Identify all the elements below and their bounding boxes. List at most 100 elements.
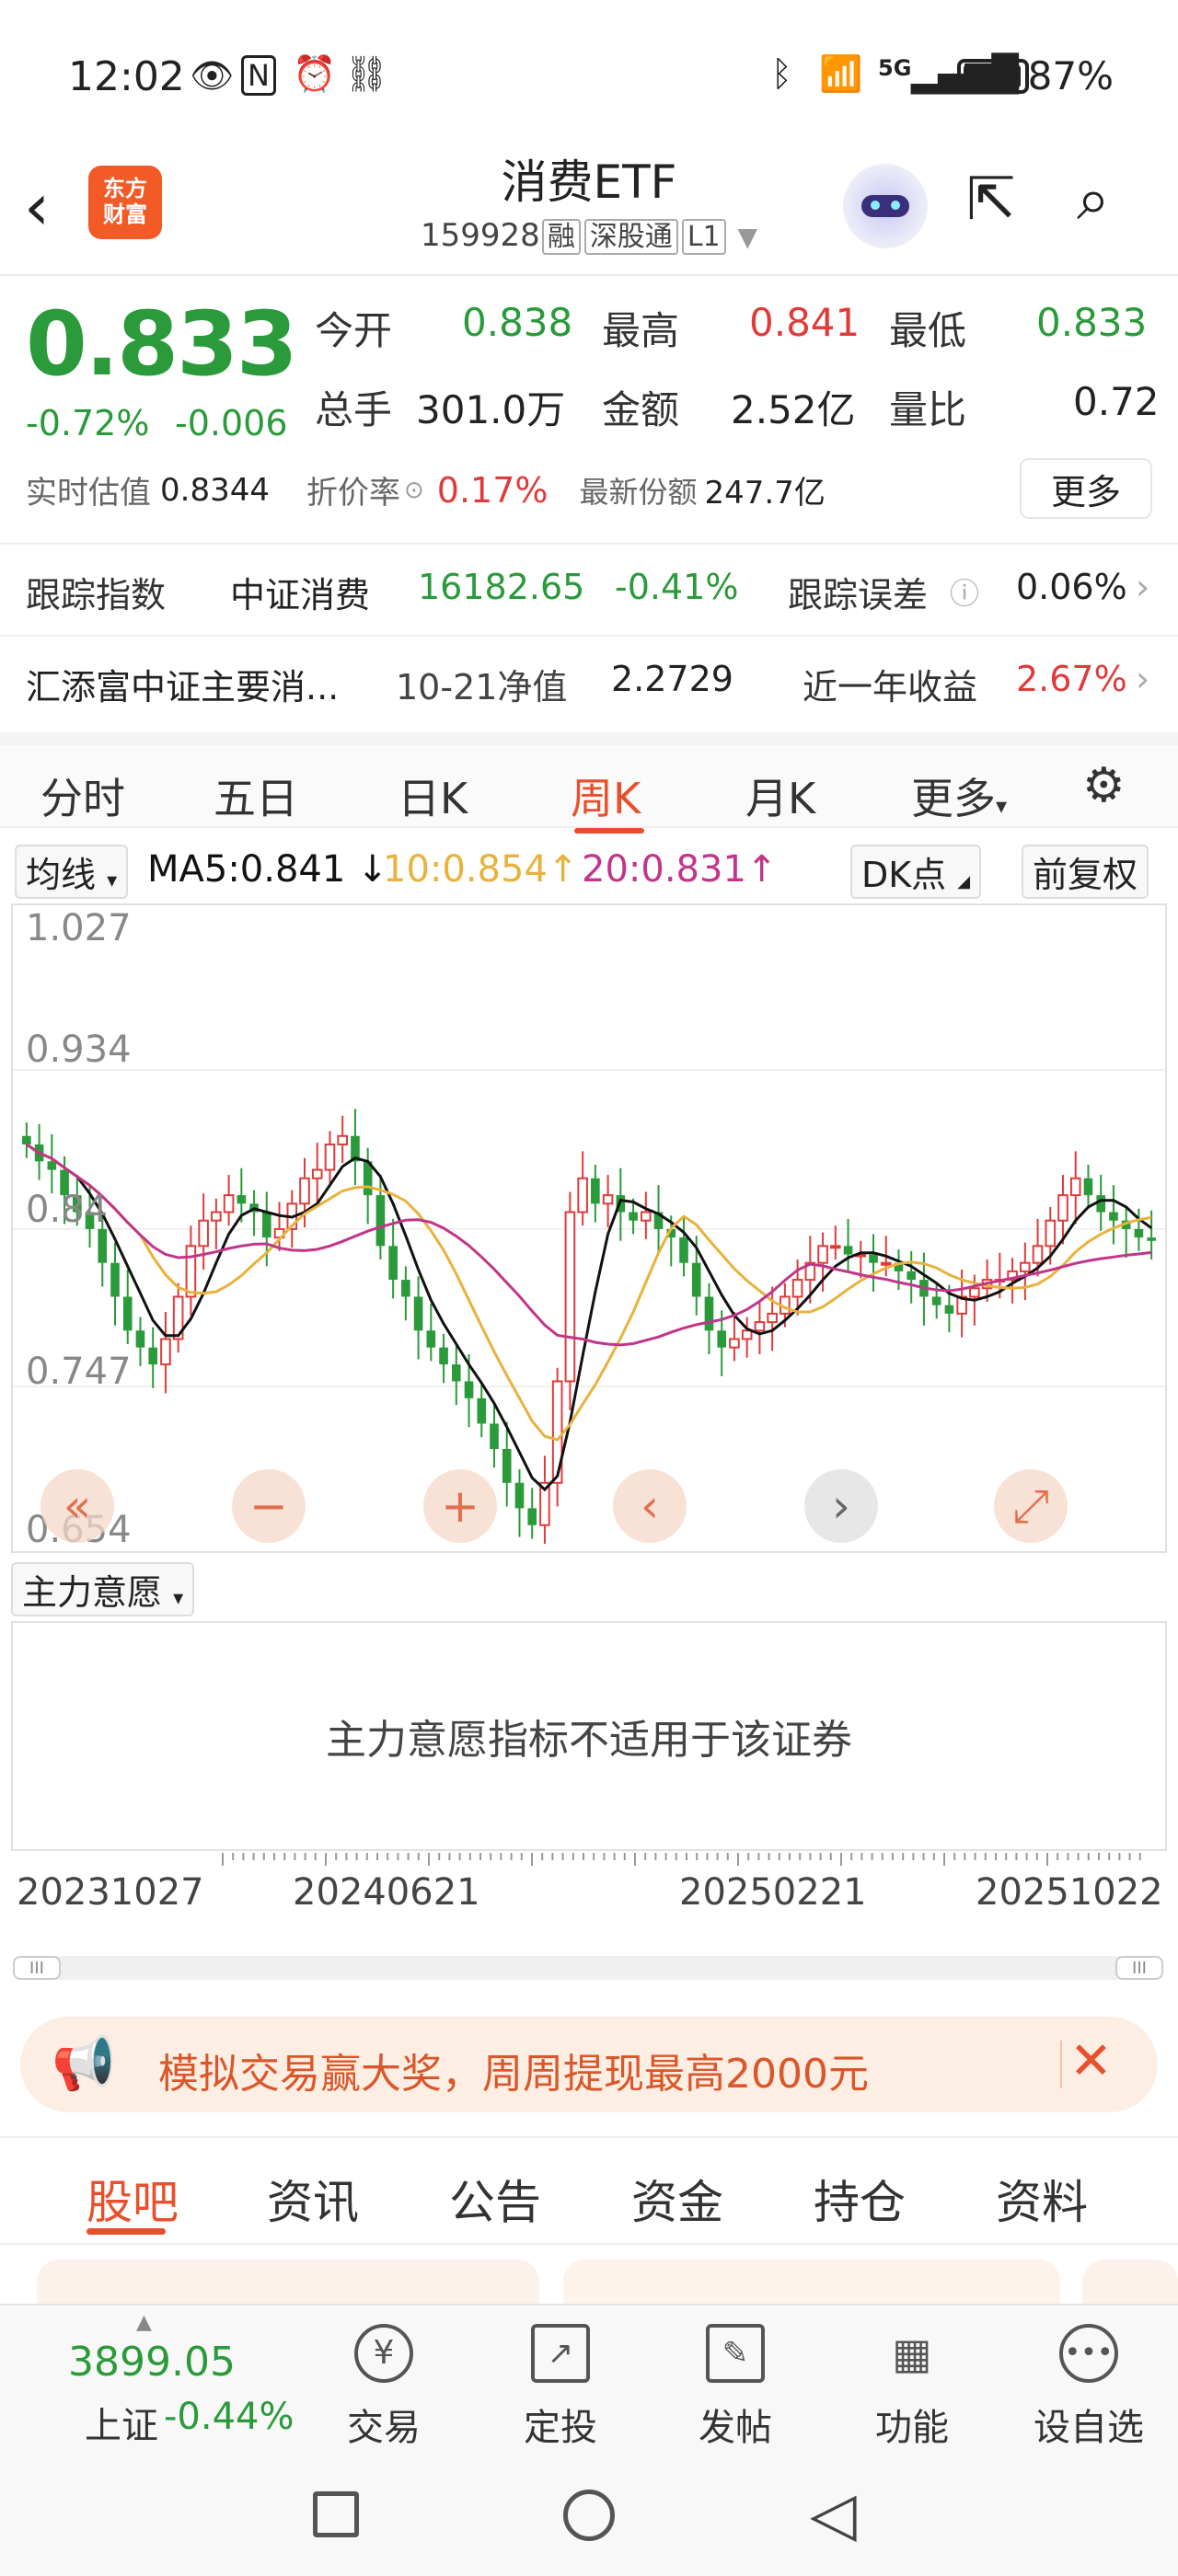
indicator-select[interactable]: 主力意愿 ▾ [11,1562,195,1616]
adjust-button[interactable]: 前复权 [1022,845,1149,899]
tab-monthly-k[interactable]: 月K [745,765,815,826]
ma20-line [26,1143,1152,1347]
candle-body [691,1262,701,1297]
candle-body [1057,1194,1068,1222]
candle-body [640,1211,652,1222]
functions-button[interactable]: ▦ 功能 [843,2306,981,2453]
tracking-index-row[interactable]: 跟踪指数 中证消费 16182.65 -0.41% 跟踪误差 ⓘ 0.06% › [0,543,1178,631]
status-bar: 12:02 👁 N ⏰ ⛓ ᛒ 📶 5G ▂▄▆█ 87% [0,0,1178,156]
caret-down-icon: ▾ [107,869,118,892]
candle-body [426,1330,436,1348]
volume-label: 总手 [315,387,393,432]
high-value: 0.841 [749,300,860,345]
candle-body [1134,1228,1144,1238]
tab-holdings[interactable]: 持仓 [814,2166,906,2232]
caret-down-icon: ▾ [173,1587,184,1610]
alarm-icon: ⏰ [293,53,337,94]
tab-weekly-k[interactable]: 周K [571,765,641,826]
badge-level: L1 [681,219,726,255]
caret-up-icon: ▲ [136,2311,152,2334]
trade-button[interactable]: ¥ 交易 [315,2306,453,2453]
arrow-up-icon: ↑ [745,848,778,891]
eye-icon: 👁 [190,55,235,96]
status-time: 12:02 [68,53,185,100]
settings-gear-icon[interactable]: ⚙ [1082,758,1126,813]
nfc-icon: N [241,55,276,96]
news-tab-underline [87,2228,166,2235]
back-triangle-icon[interactable]: ◁ [810,2478,857,2549]
tab-capital-flow[interactable]: 资金 [631,2166,723,2232]
add-watchlist-icon: ••• [1059,2324,1118,2383]
indicator-message: 主力意愿指标不适用于该证券 [326,1717,852,1764]
recents-icon[interactable] [313,2491,359,2537]
tab-announcements[interactable]: 公告 [449,2166,541,2232]
tab-profile[interactable]: 资料 [996,2166,1088,2232]
info-dots-icon[interactable]: ⊙ [404,477,424,504]
search-icon[interactable]: ⌕ [1077,166,1110,234]
post-button[interactable]: ✎ 发帖 [666,2306,804,2453]
candle-body [741,1329,753,1340]
chevron-right-icon: › [1136,659,1150,699]
fast-backward-button[interactable]: « [40,1469,114,1543]
candle-body [337,1134,349,1145]
invest-plan-icon: ↗ [531,2324,590,2383]
index-name: 上证 [85,2405,158,2447]
wifi-icon: 📶 [819,53,863,94]
tab-news[interactable]: 资讯 [267,2166,359,2232]
zoom-in-button[interactable]: + [423,1469,497,1543]
ma10-legend: 10:0.854↑ [383,848,578,891]
x-axis: 20231027 20240621 20250221 20251022 [11,1851,1167,1914]
range-scrollbar[interactable]: III III [13,1956,1163,1980]
candle-body [1109,1212,1118,1221]
ma20-text: 20:0.831 [582,848,746,891]
zoom-out-button[interactable]: − [232,1469,306,1543]
candle-body [324,1143,336,1171]
candle-body [754,1321,766,1332]
fund-info-row[interactable]: 汇添富中证主要消... 10-21净值 2.2729 近一年收益 2.67% › [0,635,1178,723]
shares-value: 247.7亿 [704,475,826,512]
discount-label: 折价率 [306,475,400,512]
more-button[interactable]: 更多 [1020,458,1152,519]
invest-plan-button[interactable]: ↗ 定投 [491,2306,629,2453]
low-label: 最低 [889,308,967,353]
previous-button[interactable]: ‹ [613,1469,687,1543]
home-icon[interactable] [563,2490,615,2541]
volume-ratio-value: 0.72 [1073,379,1160,424]
robot-assistant-icon[interactable] [843,164,928,248]
post-label: 发帖 [699,2407,772,2449]
amount-value: 2.52亿 [731,387,856,432]
share-icon[interactable]: ⇱ [966,166,1016,234]
range-handle-right[interactable]: III [1115,1956,1163,1980]
dk-point-button[interactable]: DK点 ◢ [850,845,982,899]
help-icon[interactable]: ⓘ [950,570,979,613]
tab-more[interactable]: 更多▾ [911,765,1007,826]
range-handle-left[interactable]: III [13,1956,61,1980]
tab-forum[interactable]: 股吧 [87,2166,179,2232]
x-label-1: 20231027 [17,1871,204,1914]
next-button[interactable]: › [804,1469,878,1543]
tab-intraday[interactable]: 分时 [40,765,125,826]
tab-underline [574,828,644,834]
candle-body [704,1296,714,1331]
index-ticker[interactable]: ▲ 3899.05 上证 -0.44% [0,2306,322,2453]
change-percent: -0.72% [26,403,150,443]
ma-select[interactable]: 均线 ▾ [15,845,129,899]
tab-five-day[interactable]: 五日 [214,765,298,826]
fund-name: 汇添富中证主要消... [26,667,340,707]
functions-label: 功能 [875,2407,949,2449]
y-label-4: 0.747 [26,1351,132,1393]
candle-body [198,1219,209,1248]
add-watchlist-button[interactable]: ••• 设自选 [1020,2306,1158,2453]
kline-chart[interactable]: 1.027 0.934 0.84 0.747 0.654 [11,903,1167,1553]
news-tabs: 股吧 资讯 公告 资金 持仓 资料 [0,2136,1178,2245]
period-tabs: 分时 五日 日K 周K 月K 更多▾ ⚙ [0,732,1178,834]
tracking-label: 跟踪指数 [26,575,167,615]
candle-body [817,1245,828,1264]
close-icon[interactable]: ✕ [1069,2031,1113,2091]
nav-value: 2.2729 [611,659,733,699]
network-label: 5G [878,55,912,81]
candle-body [223,1194,235,1213]
promo-banner[interactable]: 📢 模拟交易赢大奖，周周提现最高2000元 ✕ [20,2017,1158,2112]
tab-daily-k[interactable]: 日K [398,765,468,826]
fullscreen-button[interactable]: ⤢ [994,1469,1068,1543]
